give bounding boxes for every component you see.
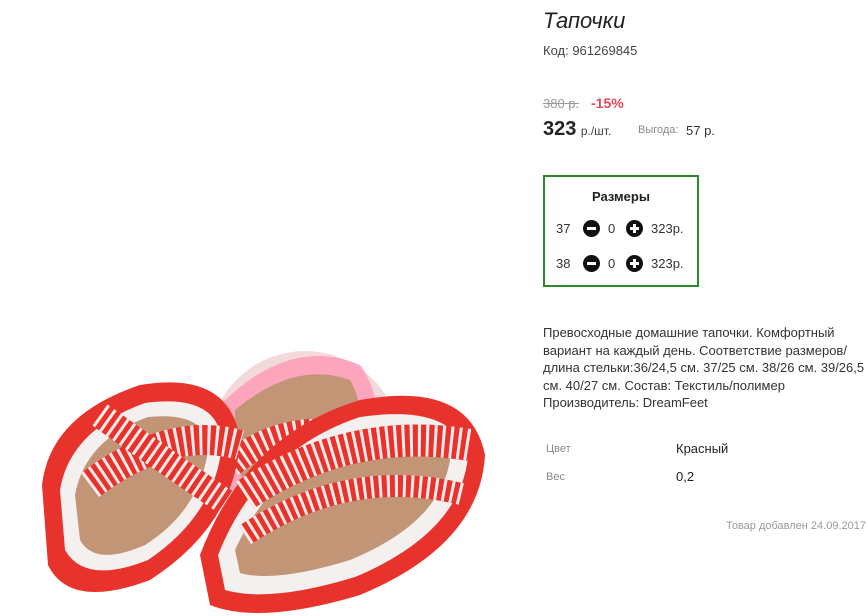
size-row-37: 37 0 323р. bbox=[545, 219, 697, 239]
price-row: 323 р./шт. Выгода: 57 р. bbox=[543, 118, 843, 142]
product-photo bbox=[42, 351, 485, 613]
saving-value: 57 р. bbox=[686, 123, 715, 138]
price-unit: р./шт. bbox=[580, 124, 612, 138]
minus-icon[interactable] bbox=[583, 220, 600, 237]
size-number: 38 bbox=[556, 256, 571, 271]
product-title: Тапочки bbox=[543, 8, 626, 33]
property-label-weight: Вес bbox=[546, 471, 565, 483]
discount-badge: -15% bbox=[591, 95, 624, 111]
price-value: 323 bbox=[543, 118, 577, 140]
plus-icon[interactable] bbox=[626, 255, 643, 272]
plus-icon[interactable] bbox=[626, 220, 643, 237]
size-price: 323р. bbox=[651, 221, 684, 236]
property-label-color: Цвет bbox=[546, 443, 571, 455]
size-price: 323р. bbox=[651, 256, 684, 271]
product-description: Превосходные домашние тапочки. Комфортны… bbox=[543, 325, 865, 410]
product-code: Код: 961269845 bbox=[543, 43, 638, 58]
size-quantity: 0 bbox=[608, 221, 616, 236]
property-value-color: Красный bbox=[676, 441, 729, 456]
minus-icon[interactable] bbox=[583, 255, 600, 272]
property-value-weight: 0,2 bbox=[676, 469, 695, 484]
old-price: 380 р. bbox=[543, 96, 580, 111]
size-row-38: 38 0 323р. bbox=[545, 254, 697, 274]
date-added: Товар добавлен 24.09.2017 bbox=[725, 520, 866, 532]
sizes-panel: Размеры 37 0 323р. 38 0 323р. bbox=[543, 175, 699, 287]
sizes-title: Размеры bbox=[592, 189, 650, 204]
size-number: 37 bbox=[556, 221, 571, 236]
saving-label: Выгода: bbox=[638, 124, 679, 136]
size-quantity: 0 bbox=[608, 256, 616, 271]
